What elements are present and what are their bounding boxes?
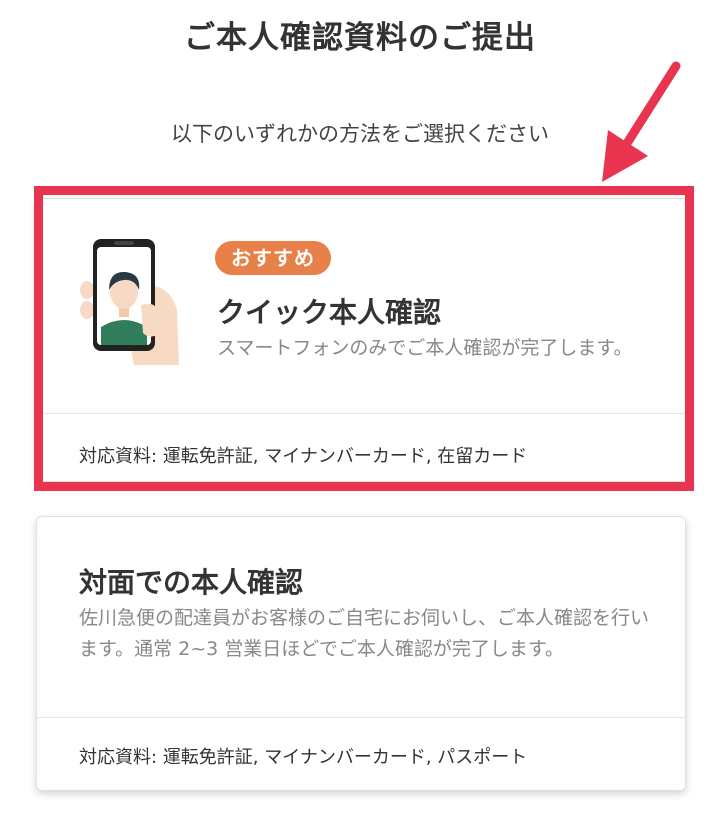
page-title: ご本人確認資料のご提出	[184, 20, 536, 56]
quick-verification-option[interactable]: おすすめ クイック本人確認 スマートフォンのみでご本人確認が完了します。 対応資…	[36, 198, 686, 482]
quick-verification-documents: 対応資料: 運転免許証, マイナンバーカード, 在留カード	[79, 446, 528, 467]
face-to-face-title: 対面での本人確認	[79, 566, 304, 599]
face-to-face-description: 佐川急便の配達員がお客様のご自宅にお伺いし、ご本人確認を行います。通常 2~3 …	[79, 607, 650, 660]
quick-verification-title: クイック本人確認	[217, 296, 442, 329]
card-divider	[37, 717, 685, 718]
hand-holding-phone-selfie-icon	[80, 239, 179, 365]
red-arrow-icon	[602, 61, 681, 182]
face-to-face-documents: 対応資料: 運転免許証, マイナンバーカード, パスポート	[79, 747, 528, 768]
quick-verification-description: スマートフォンのみでご本人確認が完了します。	[217, 337, 633, 359]
face-to-face-verification-option[interactable]: 対面での本人確認 佐川急便の配達員がお客様のご自宅にお伺いし、ご本人確認を行いま…	[36, 516, 686, 791]
recommended-badge: おすすめ	[215, 241, 331, 275]
card-divider	[37, 413, 685, 414]
page: ご本人確認資料のご提出 以下のいずれかの方法をご選択ください おすすめ クイック…	[0, 0, 720, 832]
